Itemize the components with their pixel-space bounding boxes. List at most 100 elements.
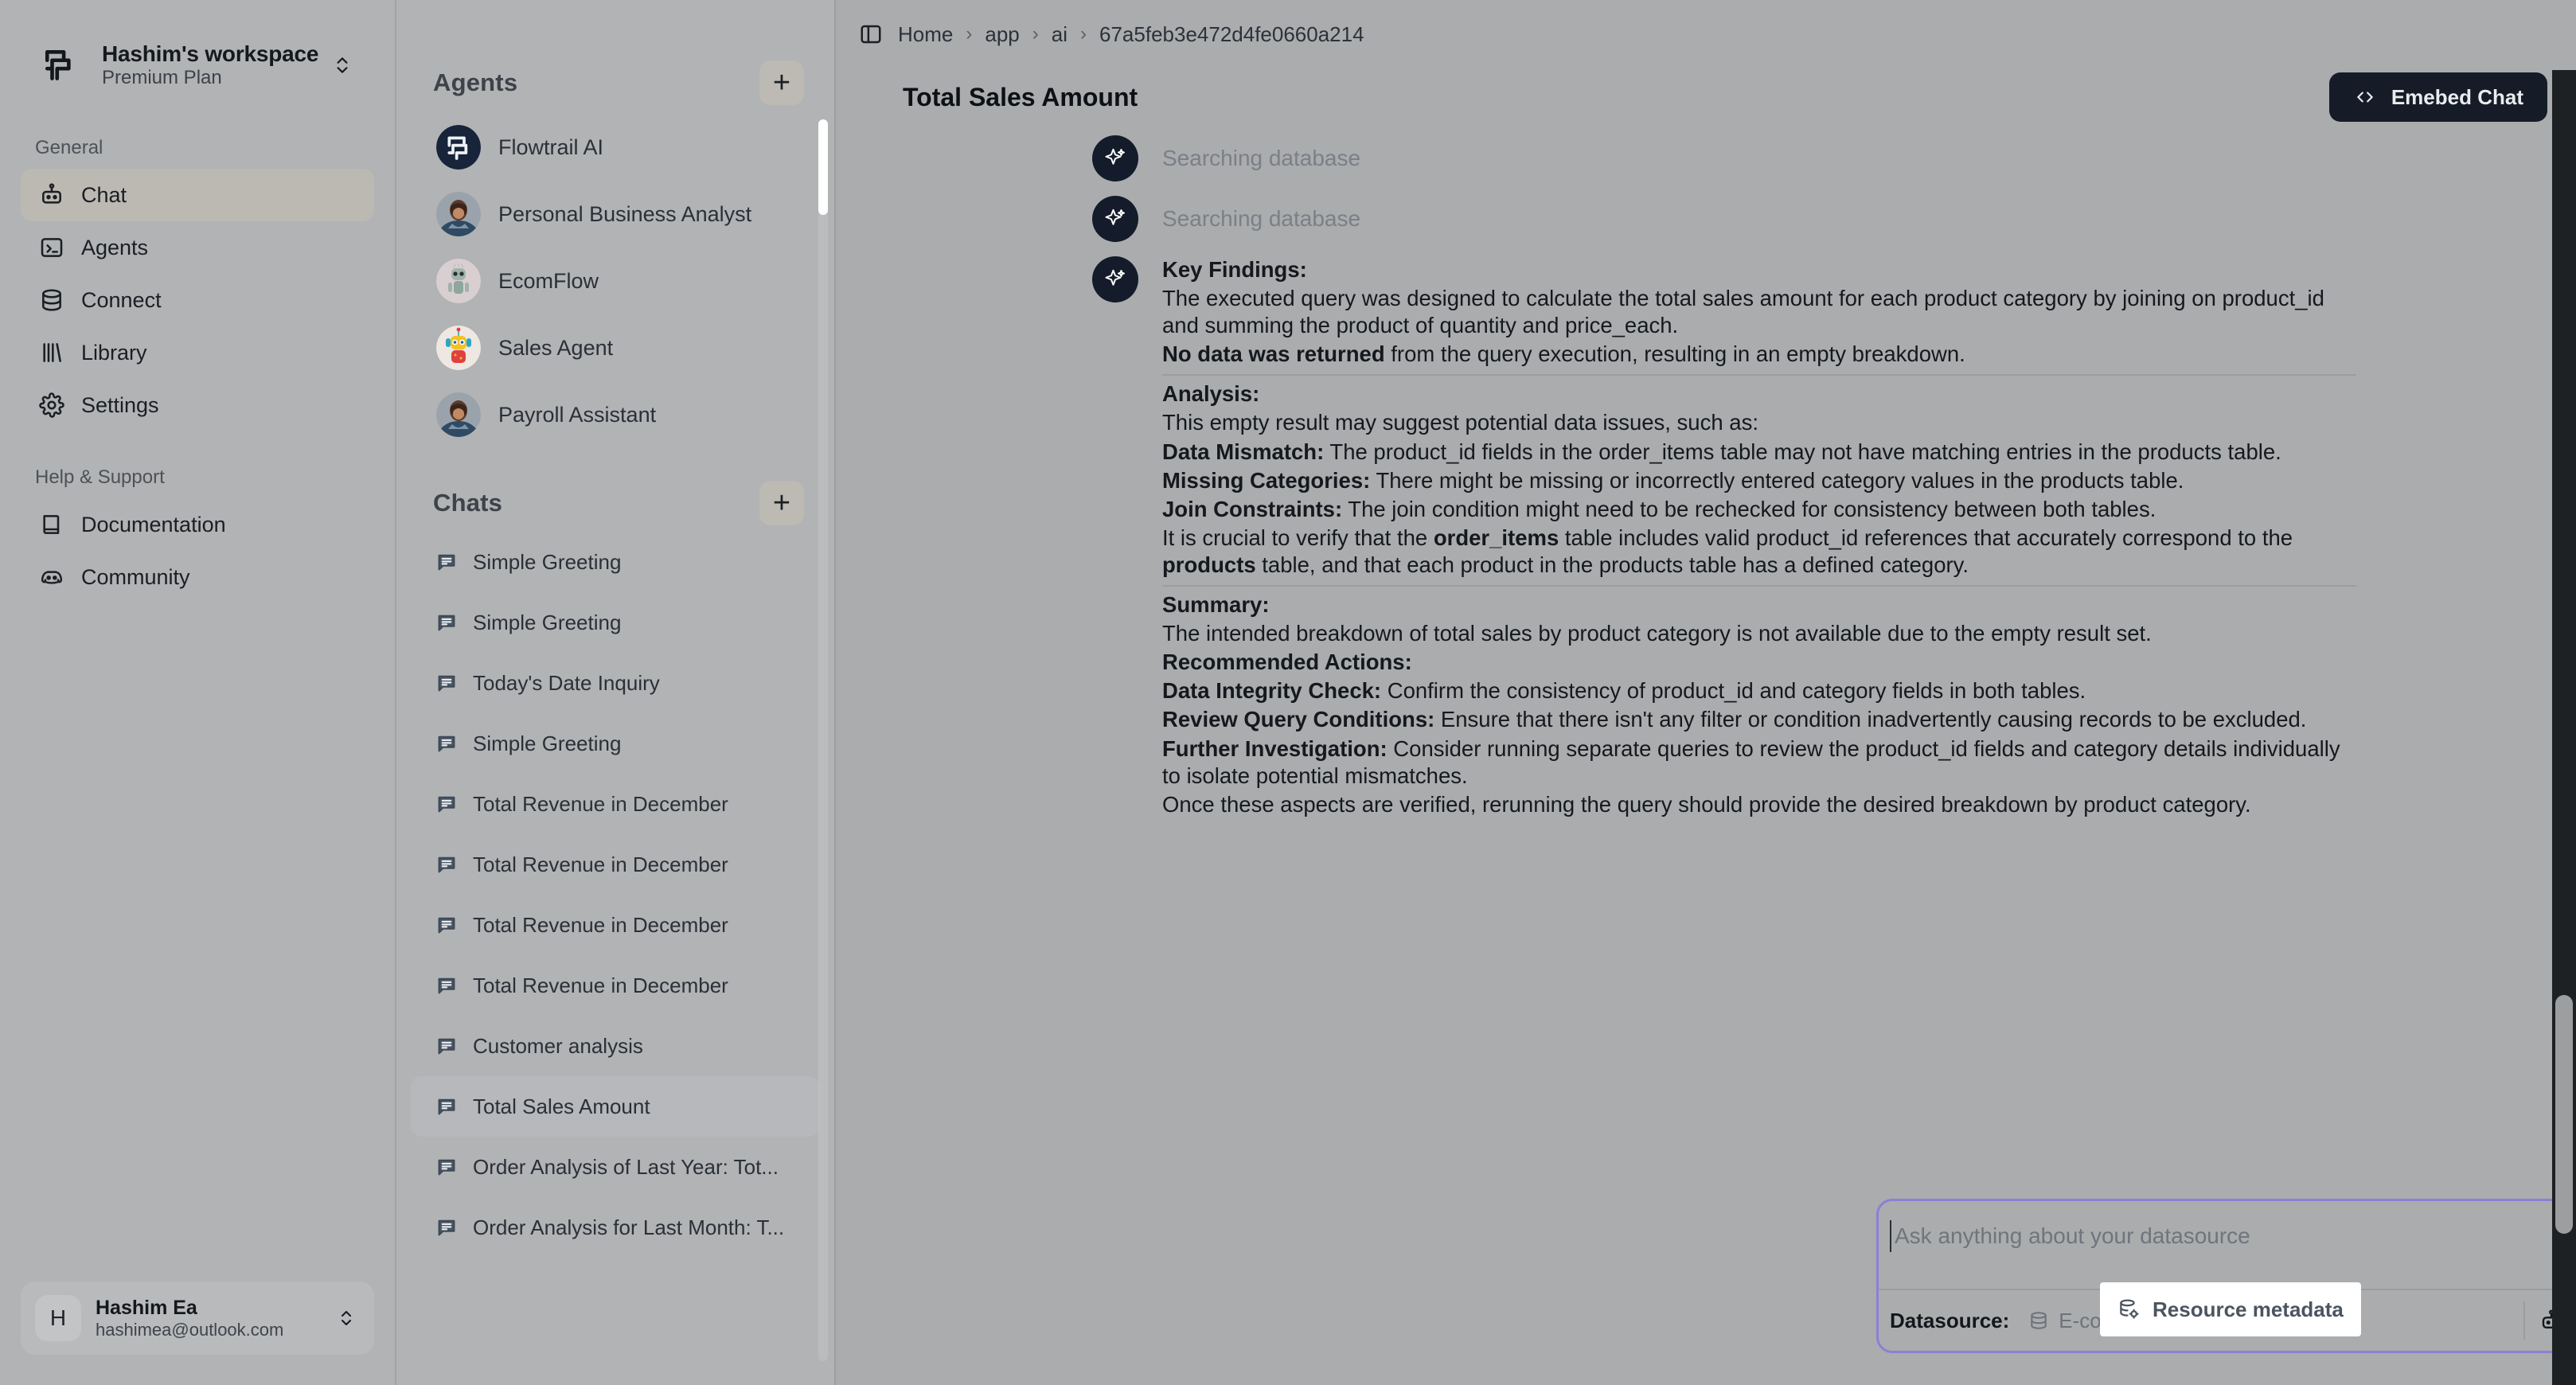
main-scrollbar[interactable] <box>2552 70 2576 1385</box>
chevron-up-down-icon[interactable] <box>328 52 357 79</box>
composer-input-area[interactable]: Ask anything about your datasource <box>1879 1201 2576 1289</box>
chat-list-item[interactable]: Total Sales Amount <box>411 1076 820 1137</box>
chats-title: Chats <box>433 489 503 517</box>
agent-name: Payroll Assistant <box>498 402 657 427</box>
pending-message: Searching database <box>903 196 2480 242</box>
chat-message-icon <box>435 852 459 876</box>
resource-metadata-button[interactable]: Resource metadata <box>2100 1282 2361 1336</box>
agent-name: EcomFlow <box>498 268 599 293</box>
chat-list-item[interactable]: Simple Greeting <box>411 713 820 774</box>
message-thread: Searching database Searching database Ke… <box>836 135 2576 1162</box>
database-icon <box>2028 1310 2049 1331</box>
breadcrumb-item-id[interactable]: 67a5feb3e472d4fe0660a214 <box>1099 22 1364 47</box>
terminal-icon <box>38 234 65 261</box>
main-scrollbar-thumb[interactable] <box>2555 995 2573 1234</box>
data-mismatch-label: Data Mismatch: <box>1162 439 1325 464</box>
sidebar-item-community-label: Community <box>81 564 190 589</box>
agent-name: Flowtrail AI <box>498 135 604 159</box>
sidebar-item-chat[interactable]: Chat <box>21 169 374 221</box>
sidebar-item-library-label: Library <box>81 340 147 365</box>
chat-list-item[interactable]: Order Analysis for Last Month: T... <box>411 1197 820 1258</box>
chat-list-item-label: Total Revenue in December <box>473 791 728 816</box>
pending-label: Searching database <box>1162 206 1361 231</box>
key-findings-heading: Key Findings: <box>1162 257 1307 282</box>
text-caret <box>1890 1220 1891 1252</box>
chat-list-item-label: Total Revenue in December <box>473 973 728 997</box>
add-agent-button[interactable]: + <box>759 60 804 105</box>
flowtrail-logo-avatar <box>436 125 481 170</box>
chat-list-item-label: Total Sales Amount <box>473 1094 650 1118</box>
no-data-rest: from the query execution, resulting in a… <box>1384 341 1965 367</box>
sidebar-item-documentation-label: Documentation <box>81 512 226 536</box>
sidebar-item-settings-label: Settings <box>81 392 159 417</box>
agent-list-item[interactable]: Sales Agent <box>414 317 817 379</box>
chat-list-item[interactable]: Total Revenue in December <box>411 895 820 955</box>
no-data-bold: No data was returned <box>1162 341 1385 367</box>
workspace-switcher[interactable]: Hashim's workspace Premium Plan <box>21 29 374 102</box>
agent-list-item[interactable]: Flowtrail AI <box>414 116 817 178</box>
gray-robot-avatar <box>436 259 481 303</box>
pending-label: Searching database <box>1162 146 1361 170</box>
agents-title: Agents <box>433 68 518 96</box>
chat-list-item[interactable]: Customer analysis <box>411 1016 820 1076</box>
chats-header: Chats + <box>396 474 834 532</box>
chat-list-item[interactable]: Total Revenue in December <box>411 774 820 834</box>
panel-scrollbar[interactable] <box>818 119 828 1361</box>
add-chat-button[interactable]: + <box>759 481 804 525</box>
analysis-intro: This empty result may suggest potential … <box>1162 410 1758 435</box>
datasource-label: Datasource: <box>1890 1308 2010 1332</box>
nav-group-general-label: General <box>35 137 103 158</box>
yellow-robot-avatar <box>436 326 481 370</box>
sidebar-item-connect[interactable]: Connect <box>21 274 374 326</box>
chat-list-item[interactable]: Order Analysis of Last Year: Tot... <box>411 1137 820 1197</box>
sidebar-item-documentation[interactable]: Documentation <box>21 498 374 551</box>
breadcrumb-item-ai[interactable]: ai <box>1052 22 1067 47</box>
chat-message-icon <box>435 913 459 937</box>
agents-chats-panel: Agents + Flowtrail AI Personal Business … <box>396 0 836 1385</box>
agent-list-item[interactable]: Payroll Assistant <box>414 384 817 446</box>
chevron-up-down-icon[interactable] <box>333 1305 360 1331</box>
resource-metadata-label: Resource metadata <box>2153 1297 2344 1321</box>
agent-list-item[interactable]: Personal Business Analyst <box>414 183 817 245</box>
flowtrail-logo-icon <box>38 41 86 89</box>
sidebar-toggle-icon[interactable] <box>857 20 885 49</box>
crucial-products: products <box>1162 552 1256 577</box>
sidebar-item-agents[interactable]: Agents <box>21 221 374 274</box>
sidebar-item-community[interactable]: Community <box>21 551 374 603</box>
agents-header: Agents + <box>396 54 834 111</box>
page-title: Total Sales Amount <box>903 82 1138 111</box>
database-gear-icon <box>2117 1297 2141 1321</box>
breadcrumb: Home › app › ai › 67a5feb3e472d4fe0660a2… <box>836 0 2576 68</box>
chat-message-icon <box>435 1094 459 1118</box>
agent-list-item[interactable]: EcomFlow <box>414 250 817 312</box>
breadcrumb-item-home[interactable]: Home <box>898 22 953 47</box>
database-icon <box>38 287 65 314</box>
crucial-order-items: order_items <box>1433 525 1559 550</box>
panel-scrollbar-thumb[interactable] <box>818 119 828 215</box>
user-account-button[interactable]: H Hashim Ea hashimea@outlook.com <box>21 1282 374 1355</box>
divider <box>1162 585 2356 587</box>
chat-list-item[interactable]: Total Revenue in December <box>411 834 820 895</box>
chat-list-item[interactable]: Simple Greeting <box>411 592 820 653</box>
workspace-name: Hashim's workspace <box>102 41 319 66</box>
breadcrumb-separator: › <box>1032 23 1039 45</box>
chat-list-item[interactable]: Today's Date Inquiry <box>411 653 820 713</box>
missing-categories-text: There might be missing or incorrectly en… <box>1370 467 2184 493</box>
agent-name: Personal Business Analyst <box>498 201 752 226</box>
key-findings-text: The executed query was designed to calcu… <box>1162 286 2324 338</box>
further-label: Further Investigation: <box>1162 735 1388 761</box>
crucial-e: table, and that each product in the prod… <box>1255 552 1969 577</box>
chat-list-item[interactable]: Simple Greeting <box>411 532 820 592</box>
chat-list-item[interactable]: Total Revenue in December <box>411 955 820 1016</box>
summary-heading: Summary: <box>1162 592 1270 618</box>
breadcrumb-item-app[interactable]: app <box>985 22 1019 47</box>
woman-photo-avatar <box>436 192 481 236</box>
composer: Ask anything about your datasource Datas… <box>1876 1199 2576 1353</box>
chat-list: Simple Greeting Simple Greeting Today's Da… <box>396 532 834 1258</box>
embed-chat-button[interactable]: Emebed Chat <box>2328 72 2547 122</box>
chat-message-icon <box>435 1215 459 1239</box>
sidebar-item-library[interactable]: Library <box>21 326 374 379</box>
code-brackets-icon <box>2353 87 2377 107</box>
join-constraints-label: Join Constraints: <box>1162 496 1343 521</box>
sidebar-item-settings[interactable]: Settings <box>21 379 374 431</box>
